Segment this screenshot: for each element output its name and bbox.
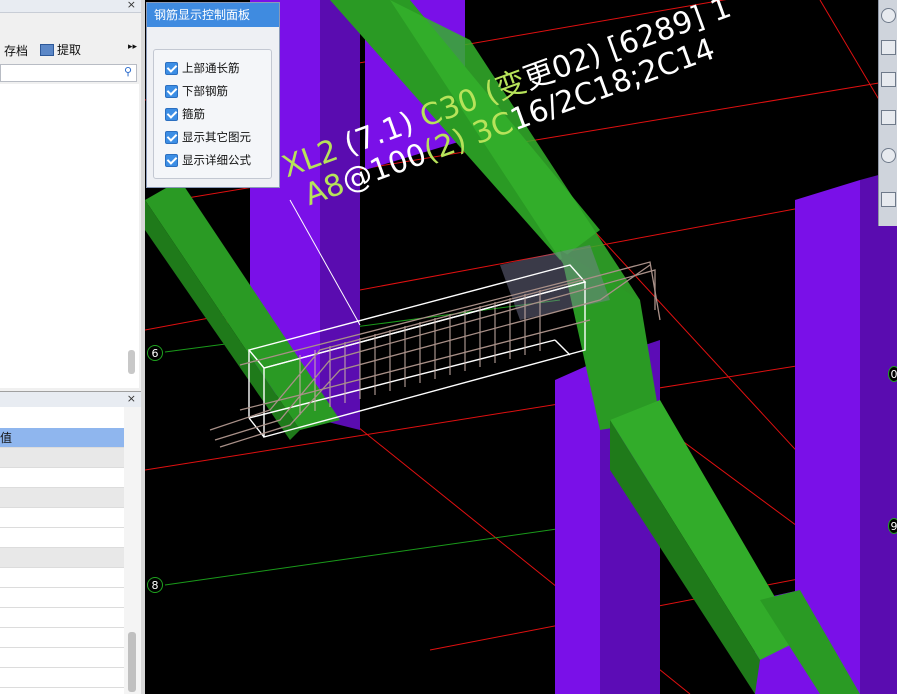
option-label: 下部钢筋 <box>182 84 228 98</box>
table-row[interactable] <box>0 568 124 588</box>
property-panel-title: × <box>0 391 141 408</box>
table-row[interactable] <box>0 588 124 608</box>
option-show-other-elements[interactable]: 显示其它图元 <box>165 128 251 146</box>
view-box-icon[interactable] <box>881 72 896 87</box>
axis-marker: 9 <box>888 518 897 534</box>
rebar-display-control-panel: 钢筋显示控制面板 上部通长筋 下部钢筋 箍筋 显示其它图元 显示详细公式 <box>146 2 280 188</box>
option-bottom-rebar[interactable]: 下部钢筋 <box>165 82 228 100</box>
option-top-continuous-rebar[interactable]: 上部通长筋 <box>165 59 240 77</box>
search-icon[interactable]: ⚲ <box>124 65 132 78</box>
table-row[interactable] <box>0 488 124 508</box>
extract-label: 提取 <box>57 43 82 57</box>
extract-icon <box>40 43 54 56</box>
component-tree[interactable] <box>0 84 139 388</box>
table-row[interactable] <box>0 528 124 548</box>
option-label: 上部通长筋 <box>182 61 240 75</box>
scrollbar-thumb[interactable] <box>128 632 136 692</box>
extract-button[interactable]: 提取 <box>40 41 81 58</box>
close-panel-button[interactable]: × <box>127 0 136 11</box>
control-panel-title[interactable]: 钢筋显示控制面板 <box>147 3 279 27</box>
table-row[interactable] <box>0 648 124 668</box>
section-icon[interactable] <box>881 110 896 125</box>
table-row[interactable] <box>0 448 124 468</box>
axis-marker: 8 <box>147 577 163 593</box>
table-row[interactable] <box>0 608 124 628</box>
search-input[interactable]: ⚲ <box>0 64 137 82</box>
panel-title-bar: × <box>0 0 141 13</box>
property-scrollbar[interactable] <box>124 407 141 694</box>
property-table: 值 <box>0 407 124 694</box>
option-show-detailed-formula[interactable]: 显示详细公式 <box>165 151 251 169</box>
tree-scrollbar[interactable] <box>128 350 135 374</box>
checkbox[interactable] <box>165 153 178 167</box>
option-label: 显示详细公式 <box>182 153 251 167</box>
checkbox[interactable] <box>165 61 178 75</box>
close-property-panel-button[interactable]: × <box>127 392 136 405</box>
option-stirrups[interactable]: 箍筋 <box>165 105 205 123</box>
table-row[interactable] <box>0 508 124 528</box>
option-label: 箍筋 <box>182 107 205 121</box>
property-header-row: 值 <box>0 428 124 448</box>
checkbox[interactable] <box>165 107 178 121</box>
rotate-icon[interactable] <box>881 148 896 163</box>
checkbox[interactable] <box>165 84 178 98</box>
view-toolstrip <box>878 0 897 226</box>
axis-marker: 6 <box>147 345 163 361</box>
option-label: 显示其它图元 <box>182 130 251 144</box>
table-row[interactable] <box>0 628 124 648</box>
zoom-icon[interactable] <box>881 40 896 55</box>
save-button[interactable]: 存档 <box>4 42 28 59</box>
left-toolbar: 存档 提取 ▸▸ <box>0 38 141 60</box>
table-row[interactable] <box>0 548 124 568</box>
table-row[interactable] <box>0 468 124 488</box>
layout-icon[interactable] <box>881 192 896 207</box>
checkbox[interactable] <box>165 130 178 144</box>
property-value-header: 值 <box>0 431 13 445</box>
table-row[interactable] <box>0 668 124 688</box>
axis-marker: 0 <box>888 366 897 382</box>
orbit-icon[interactable] <box>881 8 896 23</box>
left-dock-panel: × 存档 提取 ▸▸ ⚲ × 值 <box>0 0 142 694</box>
toolbar-overflow-button[interactable]: ▸▸ <box>128 42 137 52</box>
